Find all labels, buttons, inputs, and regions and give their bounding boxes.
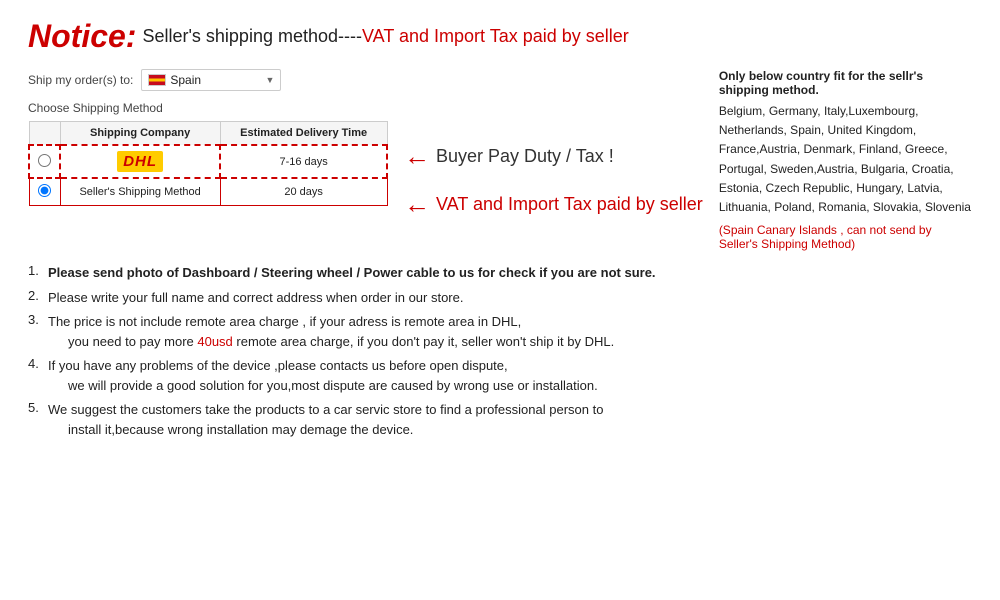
- list-text-3: The price is not include remote area cha…: [48, 312, 614, 351]
- spain-flag-icon: [148, 74, 166, 86]
- notice-subtitle-black: Seller's shipping method----: [142, 26, 362, 47]
- choose-shipping-label: Choose Shipping Method: [28, 101, 388, 115]
- list-text-4: If you have any problems of the device ,…: [48, 356, 598, 395]
- annotation-row-1: ← Buyer Pay Duty / Tax !: [404, 137, 703, 175]
- list-num-3: 3.: [28, 312, 44, 351]
- list-text-4-indent: we will provide a good solution for you,…: [68, 378, 598, 393]
- list-item-2: 2. Please write your full name and corre…: [28, 288, 972, 308]
- seller-radio-cell[interactable]: [29, 178, 60, 206]
- country-panel: Only below country fit for the sellr's s…: [719, 69, 972, 251]
- notice-word: Notice:: [28, 18, 136, 55]
- dhl-radio-cell[interactable]: [29, 145, 60, 178]
- ship-to-label: Ship my order(s) to:: [28, 73, 133, 87]
- table-header-row: Shipping Company Estimated Delivery Time: [29, 122, 387, 146]
- header-empty: [29, 122, 60, 146]
- buyer-duty-text: Buyer Pay Duty / Tax !: [436, 146, 614, 167]
- dhl-delivery-cell: 7-16 days: [220, 145, 387, 178]
- list-num-5: 5.: [28, 400, 44, 439]
- annotation-row-2: ← VAT and Import Tax paid by seller: [404, 185, 703, 223]
- dropdown-arrow-icon: ▼: [265, 75, 274, 85]
- list-text-5: We suggest the customers take the produc…: [48, 400, 603, 439]
- list-num-2: 2.: [28, 288, 44, 308]
- country-list: Belgium, Germany, Italy,Luxembourg, Neth…: [719, 102, 972, 217]
- list-num-1: 1.: [28, 263, 44, 283]
- header-company: Shipping Company: [60, 122, 220, 146]
- instructions-list: 1. Please send photo of Dashboard / Stee…: [28, 263, 972, 439]
- table-row-seller: Seller's Shipping Method 20 days: [29, 178, 387, 206]
- country-title: Only below country fit for the sellr's s…: [719, 69, 972, 97]
- ship-to-row: Ship my order(s) to: Spain ▼: [28, 69, 388, 91]
- list-item-3: 3. The price is not include remote area …: [28, 312, 972, 351]
- dhl-company-cell: DHL: [60, 145, 220, 178]
- list-item-5: 5. We suggest the customers take the pro…: [28, 400, 972, 439]
- left-arrow-icon-2: ←: [404, 191, 430, 217]
- list-text-5-indent: install it,because wrong installation ma…: [68, 422, 413, 437]
- notice-subtitle-red: VAT and Import Tax paid by seller: [362, 26, 629, 47]
- header-delivery: Estimated Delivery Time: [220, 122, 387, 146]
- vat-import-text: VAT and Import Tax paid by seller: [436, 194, 703, 215]
- highlight-40usd: 40usd: [197, 334, 232, 349]
- notice-header: Notice: Seller's shipping method---- VAT…: [28, 18, 972, 55]
- canary-note: (Spain Canary Islands , can not send by …: [719, 223, 972, 251]
- list-item-1: 1. Please send photo of Dashboard / Stee…: [28, 263, 972, 283]
- shipping-table: Shipping Company Estimated Delivery Time…: [28, 121, 388, 206]
- selected-country: Spain: [170, 73, 261, 87]
- list-text-3-indent: you need to pay more 40usd remote area c…: [68, 334, 614, 349]
- dhl-radio[interactable]: [38, 154, 51, 167]
- table-row-dhl: DHL 7-16 days: [29, 145, 387, 178]
- dhl-logo: DHL: [117, 151, 163, 172]
- list-text-2: Please write your full name and correct …: [48, 288, 463, 308]
- seller-company-cell: Seller's Shipping Method: [60, 178, 220, 206]
- annotations-column: ← Buyer Pay Duty / Tax ! ← VAT and Impor…: [404, 69, 703, 251]
- list-num-4: 4.: [28, 356, 44, 395]
- seller-radio[interactable]: [38, 184, 51, 197]
- shipping-panel: Ship my order(s) to: Spain ▼ Choose Ship…: [28, 69, 388, 251]
- seller-delivery-cell: 20 days: [220, 178, 387, 206]
- left-arrow-icon-1: ←: [404, 143, 430, 169]
- list-text-1: Please send photo of Dashboard / Steerin…: [48, 263, 656, 283]
- country-select[interactable]: Spain ▼: [141, 69, 281, 91]
- list-item-4: 4. If you have any problems of the devic…: [28, 356, 972, 395]
